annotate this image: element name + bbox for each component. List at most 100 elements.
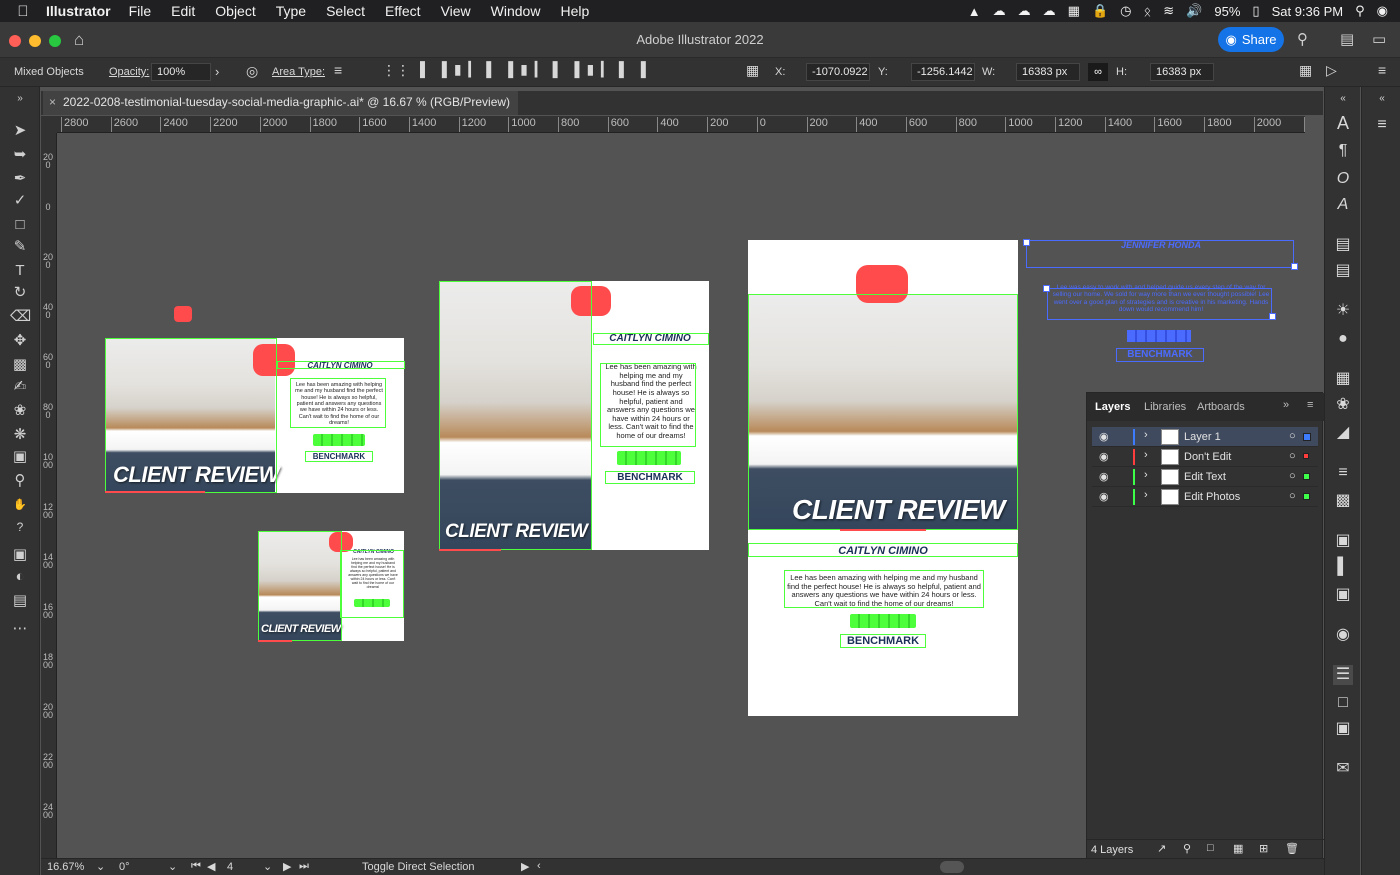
fill-stroke-swatch-icon[interactable]: ▣ bbox=[10, 545, 30, 565]
tab-artboards[interactable]: Artboards bbox=[1197, 401, 1245, 413]
layer-row[interactable]: ◉ › Edit Photos ○ bbox=[1092, 487, 1318, 507]
expand-arrow-icon[interactable]: › bbox=[1144, 429, 1148, 441]
help-icon[interactable]: ? bbox=[10, 517, 30, 537]
opacity-field[interactable]: 100% bbox=[151, 63, 211, 81]
asset-export-icon[interactable]: □ bbox=[1333, 693, 1353, 713]
symbol-sprayer-tool-icon[interactable]: ❋ bbox=[10, 425, 30, 445]
panel-menu-icon[interactable]: ≡ bbox=[1307, 399, 1313, 411]
selection-color-square[interactable] bbox=[1303, 473, 1310, 480]
selection-color-square[interactable] bbox=[1303, 433, 1311, 441]
visibility-eye-icon[interactable]: ◉ bbox=[1099, 470, 1109, 483]
graphic-styles-icon[interactable]: ● bbox=[1333, 329, 1353, 349]
zoom-field[interactable]: 16.67% bbox=[47, 861, 84, 873]
target-circle-icon[interactable]: ○ bbox=[1289, 470, 1296, 482]
x-field[interactable]: -1070.0922 bbox=[806, 63, 870, 81]
selection-color-square[interactable] bbox=[1303, 493, 1310, 500]
spotlight-search-icon[interactable]: ⚲ bbox=[1355, 3, 1365, 19]
type-tool-icon[interactable]: T bbox=[10, 261, 30, 281]
menu-window[interactable]: Window bbox=[491, 3, 541, 19]
pathfinder-panel-icon[interactable]: ▣ bbox=[1333, 585, 1353, 605]
expand-arrow-icon[interactable]: › bbox=[1144, 449, 1148, 461]
photo-selection-bounds[interactable] bbox=[439, 281, 592, 550]
workspace-switcher-icon[interactable]: ▭ bbox=[1372, 30, 1386, 48]
comments-panel-icon[interactable]: ✉ bbox=[1333, 759, 1353, 779]
name-selection-bounds[interactable] bbox=[593, 333, 709, 345]
tab-layers[interactable]: Layers bbox=[1095, 401, 1130, 413]
stroke-panel-icon[interactable]: ≡ bbox=[1333, 463, 1353, 483]
scroll-left-icon[interactable]: ‹ bbox=[537, 860, 541, 872]
prev-artboard-icon[interactable]: ◀ bbox=[207, 860, 215, 873]
creative-cloud-icon[interactable]: ☁ bbox=[993, 3, 1006, 19]
name-selection-bounds[interactable] bbox=[277, 361, 405, 369]
rotation-field[interactable]: 0° bbox=[119, 861, 130, 873]
layer-row[interactable]: ◉ › Layer 1 ○ bbox=[1092, 427, 1318, 447]
photo-selection-bounds[interactable] bbox=[105, 338, 277, 493]
blend-tool-icon[interactable]: ❀ bbox=[10, 401, 30, 421]
battery-percent[interactable]: 95% bbox=[1214, 4, 1240, 19]
selection-handle[interactable] bbox=[1023, 239, 1030, 246]
rotate-tool-icon[interactable]: ↻ bbox=[10, 283, 30, 303]
selection-handle[interactable] bbox=[1291, 263, 1298, 270]
paragraph-panel-icon[interactable]: ¶ bbox=[1333, 141, 1353, 161]
volume-icon[interactable]: 🔊 bbox=[1186, 3, 1202, 19]
brushes-panel-icon[interactable]: ❀ bbox=[1333, 395, 1353, 415]
apple-icon[interactable]:  bbox=[0, 3, 46, 20]
opentype-panel-icon[interactable]: O bbox=[1333, 169, 1353, 189]
share-button[interactable]: ◉ Share bbox=[1218, 27, 1284, 52]
grid-menu-icon[interactable]: ▦ bbox=[1068, 3, 1080, 19]
menu-object[interactable]: Object bbox=[215, 3, 255, 19]
character-styles-icon[interactable]: ▤ bbox=[1333, 235, 1353, 255]
offboard-name-selection[interactable] bbox=[1026, 240, 1294, 268]
properties-panel-icon[interactable]: ≡ bbox=[1372, 115, 1392, 135]
app-menu[interactable]: Illustrator bbox=[46, 3, 111, 19]
layer-name[interactable]: Edit Text bbox=[1184, 471, 1226, 483]
history-icon[interactable]: ◷ bbox=[1120, 3, 1131, 19]
artboard-dropdown-icon[interactable]: ⌄ bbox=[263, 860, 272, 873]
export-icon[interactable]: ↗ bbox=[1157, 842, 1166, 855]
artboard-tool-icon[interactable]: ▣ bbox=[10, 447, 30, 467]
text-selection-bounds[interactable] bbox=[600, 363, 696, 447]
width-tool-icon[interactable]: ✥ bbox=[10, 331, 30, 351]
visibility-eye-icon[interactable]: ◉ bbox=[1099, 450, 1109, 463]
drive-icon[interactable]: ▲ bbox=[968, 4, 981, 19]
target-circle-icon[interactable]: ○ bbox=[1289, 490, 1296, 502]
wifi-icon[interactable]: ≋ bbox=[1163, 3, 1174, 19]
arrange-documents-icon[interactable]: ▤ bbox=[1340, 30, 1354, 48]
selection-tool-icon[interactable]: ➤ bbox=[10, 121, 30, 141]
glyphs-panel-icon[interactable]: A bbox=[1333, 195, 1353, 215]
expand-arrow-icon[interactable]: › bbox=[1144, 489, 1148, 501]
layer-name[interactable]: Layer 1 bbox=[1184, 431, 1221, 443]
text-selection-bounds[interactable] bbox=[290, 378, 386, 428]
opacity-chevron-icon[interactable]: › bbox=[215, 64, 219, 79]
character-panel-icon[interactable]: A bbox=[1333, 113, 1353, 133]
menu-view[interactable]: View bbox=[441, 3, 471, 19]
transform-icon[interactable]: ▦ bbox=[1299, 62, 1312, 79]
new-layer-icon[interactable]: ⊞ bbox=[1259, 842, 1268, 855]
recolor-artwork-icon[interactable]: ◎ bbox=[246, 63, 258, 80]
drawing-mode-icon[interactable]: ◐ bbox=[10, 567, 30, 587]
cloud-icon[interactable]: ☁ bbox=[1018, 3, 1031, 19]
symbols-panel-icon[interactable]: ◢ bbox=[1333, 423, 1353, 443]
zoom-tool-icon[interactable]: ⚲ bbox=[10, 471, 30, 491]
reference-point-icon[interactable]: ▦ bbox=[746, 62, 759, 79]
layer-name[interactable]: Edit Photos bbox=[1184, 491, 1240, 503]
color-panel-icon[interactable]: ◉ bbox=[1333, 625, 1353, 645]
menu-effect[interactable]: Effect bbox=[385, 3, 421, 19]
bluetooth-icon[interactable]: ᛟ bbox=[1143, 4, 1151, 19]
direct-selection-tool-icon[interactable]: ➥ bbox=[10, 145, 30, 165]
cloud-sync-icon[interactable]: ☁ bbox=[1043, 3, 1056, 19]
search-icon[interactable]: ⚲ bbox=[1297, 30, 1308, 48]
text-selection-bounds[interactable] bbox=[784, 570, 984, 608]
constrain-proportions-link-icon[interactable]: ∞ bbox=[1088, 63, 1108, 81]
delete-layer-icon[interactable]: 🗑 bbox=[1285, 842, 1299, 855]
next-artboard-icon[interactable]: ▶ bbox=[283, 860, 291, 873]
h-field[interactable]: 16383 px bbox=[1150, 63, 1214, 81]
rectangle-tool-icon[interactable]: □ bbox=[10, 215, 30, 235]
battery-icon[interactable]: ▯ bbox=[1252, 3, 1259, 19]
photo-selection-bounds[interactable] bbox=[748, 294, 1018, 530]
target-circle-icon[interactable]: ○ bbox=[1289, 450, 1296, 462]
menu-edit[interactable]: Edit bbox=[171, 3, 195, 19]
transform-panel-icon[interactable]: ▣ bbox=[1333, 531, 1353, 551]
selection-color-square[interactable] bbox=[1303, 453, 1309, 459]
visibility-eye-icon[interactable]: ◉ bbox=[1099, 490, 1109, 503]
